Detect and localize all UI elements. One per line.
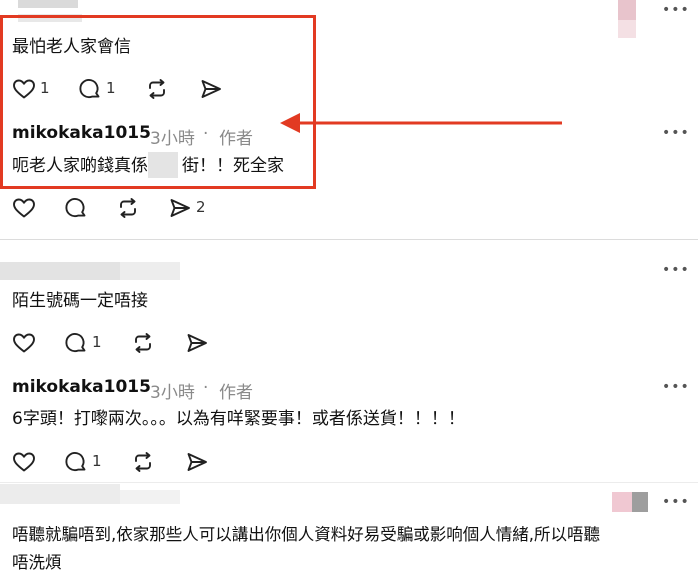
blurred-username — [18, 0, 78, 8]
comment-text: 唔洗煩 — [12, 553, 62, 572]
blurred-avatar — [618, 20, 636, 38]
more-options-button[interactable]: ••• — [662, 2, 690, 18]
comment-text: 陌生號碼一定唔接 — [12, 291, 148, 311]
share-icon[interactable] — [185, 331, 209, 355]
like-icon[interactable] — [12, 331, 36, 355]
repost-icon[interactable] — [131, 450, 155, 474]
blurred-username — [0, 262, 120, 280]
thread-divider — [0, 239, 698, 240]
like-icon[interactable] — [12, 450, 36, 474]
comment-username[interactable]: mikokaka1015 — [12, 377, 151, 397]
reply-count: 1 — [92, 333, 102, 351]
more-options-button[interactable]: ••• — [662, 262, 690, 278]
reply-icon[interactable] — [64, 450, 88, 474]
comment-actions: 1 — [12, 331, 232, 355]
reply-count: 1 — [92, 452, 102, 470]
share-count: 2 — [196, 198, 206, 216]
blurred-avatar — [612, 492, 632, 512]
meta-separator: · — [203, 378, 209, 398]
repost-icon[interactable] — [116, 196, 140, 220]
highlight-box — [0, 15, 316, 189]
comment-actions: 1 — [12, 450, 232, 474]
more-options-button[interactable]: ••• — [662, 494, 690, 510]
repost-icon[interactable] — [131, 331, 155, 355]
blurred-avatar — [618, 0, 636, 20]
comment-time: 3小時 — [150, 383, 195, 403]
comment-text: 唔聽就騙唔到,依家那些人可以講出你個人資料好易受騙或影响個人情緒,所以唔聽 — [12, 525, 600, 544]
author-badge: 作者 — [219, 383, 253, 403]
reply-icon[interactable] — [64, 331, 88, 355]
blurred-username — [120, 490, 180, 504]
blurred-username — [0, 484, 120, 504]
blurred-username — [120, 262, 180, 280]
comment-actions: 2 — [12, 196, 232, 220]
reply-icon[interactable] — [64, 196, 88, 220]
like-icon[interactable] — [12, 196, 36, 220]
comment-text: 6字頭！打嚟兩次。。。以為有咩緊要事！或者係送貨！！！！ — [12, 409, 465, 429]
more-options-button[interactable]: ••• — [662, 125, 690, 141]
share-icon[interactable] — [185, 450, 209, 474]
more-options-button[interactable]: ••• — [662, 379, 690, 395]
thread-divider — [0, 482, 698, 483]
share-icon[interactable] — [168, 196, 192, 220]
blurred-avatar — [632, 492, 648, 512]
highlight-arrow — [280, 113, 562, 133]
